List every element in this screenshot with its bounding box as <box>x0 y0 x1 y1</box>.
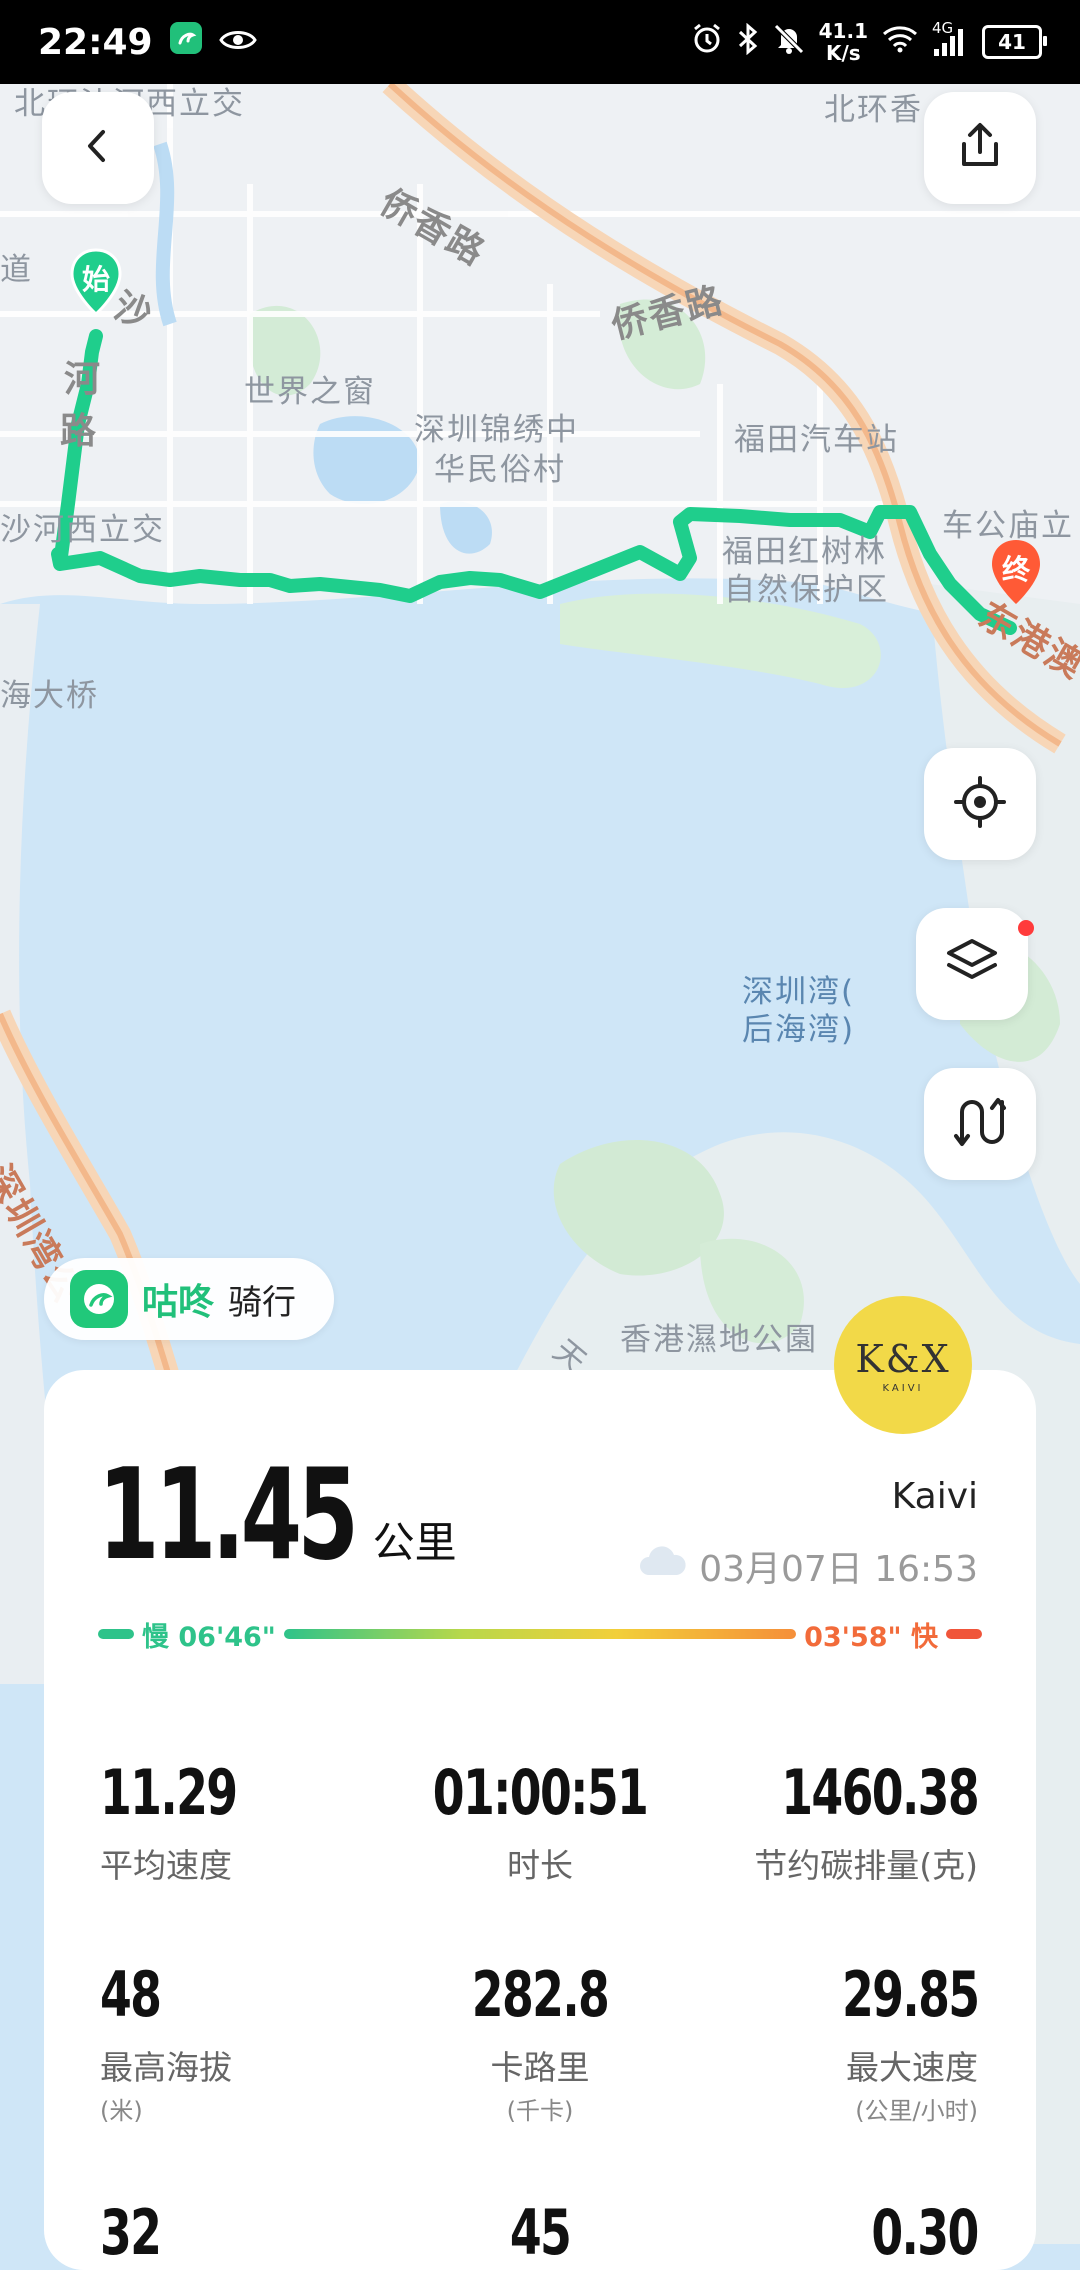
stat-unit: (千卡) <box>506 2097 574 2125</box>
stat-value: 29.85 <box>841 1958 980 2031</box>
stat-label: 最高海拔 <box>100 2048 232 2087</box>
pace-fast-label: 03'58" 快 <box>804 1621 938 1653</box>
avatar-sub: KAIVI <box>882 1382 924 1394</box>
pace-bar: 慢 06'46" 03'58" 快 <box>98 1618 982 1653</box>
stat-unit: (米) <box>100 2097 143 2125</box>
stat-row3-left: 32 <box>100 2196 174 2269</box>
map-label-beihuan: 北环香 <box>824 92 923 128</box>
route-toggle-icon <box>952 1094 1008 1154</box>
pace-slow-label: 慢 06'46" <box>142 1621 276 1653</box>
layers-notification-dot <box>1018 920 1034 936</box>
bluetooth-icon <box>737 22 759 61</box>
stat-row3-right: 0.30 <box>848 2196 980 2269</box>
stat-value: 282.8 <box>471 1958 610 2031</box>
stat-max-altitude: 48 最高海拔 (米) <box>100 1958 232 2126</box>
mute-icon <box>773 23 805 61</box>
stat-max-speed: 29.85 最大速度 (公里/小时) <box>812 1958 980 2126</box>
layers-icon <box>943 933 1001 995</box>
stat-label: 平均速度 <box>100 1846 232 1885</box>
stat-value: 48 <box>100 1958 162 2031</box>
stat-carbon-saved: 1460.38 节约碳排量(克) <box>738 1756 979 1887</box>
map-label-mangrove-2: 自然保护区 <box>724 572 889 608</box>
map-label-futian-bus-station: 福田汽车站 <box>734 422 899 458</box>
locate-icon <box>952 774 1008 834</box>
layers-button[interactable] <box>916 908 1028 1020</box>
distance-display: 11.45 公里 <box>98 1452 457 1578</box>
cloud-icon <box>637 1545 689 1588</box>
app-notification-icon <box>169 21 203 64</box>
share-icon <box>954 120 1006 176</box>
stat-label: 最大速度 <box>846 2048 978 2087</box>
stat-label: 时长 <box>507 1846 573 1885</box>
distance-value: 11.45 <box>98 1441 359 1588</box>
back-arrow-icon <box>78 126 118 170</box>
alarm-icon <box>691 23 723 61</box>
stat-value: 0.30 <box>871 2196 980 2269</box>
distance-unit: 公里 <box>372 1518 457 1567</box>
stat-unit: (公里/小时) <box>855 2097 978 2125</box>
pace-gradient <box>283 1629 797 1639</box>
start-marker-label: 始 <box>81 263 110 296</box>
share-button[interactable] <box>924 92 1036 204</box>
net-speed: 41.1 K/s <box>818 19 868 65</box>
map-label-splendid-china-1: 深圳锦绣中 <box>414 412 579 448</box>
activity-datetime: 03月07日 16:53 <box>637 1540 978 1592</box>
pace-fast: 03'58" 快 <box>804 1615 982 1654</box>
map-label-hk-wetland: 香港濕地公園 <box>620 1322 818 1358</box>
route-toggle-button[interactable] <box>924 1068 1036 1180</box>
back-button[interactable] <box>42 92 154 204</box>
cell-signal-icon: 4G <box>932 19 968 57</box>
status-bar: 22:49 41.1 K/s 4G 41 <box>0 0 1080 84</box>
stat-value: 32 <box>100 2196 162 2269</box>
avatar-initials: K&X <box>855 1336 951 1381</box>
avatar[interactable]: K&X KAIVI <box>834 1296 972 1434</box>
eye-icon <box>218 22 257 63</box>
stat-label: 节约碳排量(克) <box>754 1846 978 1885</box>
datetime-text: 03月07日 16:53 <box>699 1549 978 1590</box>
map-label-lu: 路 <box>60 411 99 452</box>
stat-label: 卡路里 <box>490 2048 590 2087</box>
map-label-splendid-china-2: 华民俗村 <box>434 452 566 488</box>
map-label-bay-bridge: 海大桥 <box>0 678 99 714</box>
brand-badge: 咕咚 骑行 <box>44 1258 334 1340</box>
stat-row3-mid: 45 <box>503 2196 577 2269</box>
map-label-dao: 道 <box>0 252 33 288</box>
pace-slow: 慢 06'46" <box>98 1615 276 1654</box>
stat-duration: 01:00:51 时长 <box>409 1756 671 1887</box>
stat-value: 45 <box>509 2196 572 2269</box>
map-label-window-of-world: 世界之窗 <box>244 374 376 410</box>
stat-avg-speed: 11.29 平均速度 <box>100 1756 266 1887</box>
route-end-marker[interactable]: 终 <box>986 536 1046 616</box>
locate-button[interactable] <box>924 748 1036 860</box>
battery-icon: 41 <box>982 25 1047 59</box>
stat-value: 1460.38 <box>781 1756 979 1829</box>
map-label-he: 河 <box>64 359 103 400</box>
brand-name: 咕咚 <box>142 1282 215 1323</box>
codoon-logo-icon <box>70 1270 128 1328</box>
stat-value: 01:00:51 <box>432 1756 649 1829</box>
map-label-shenzhen-bay-2: 后海湾) <box>742 1012 856 1048</box>
username: Kaivi <box>891 1476 978 1517</box>
stat-calories: 282.8 卡路里 (千卡) <box>457 1958 623 2126</box>
network-type: 4G <box>932 19 954 37</box>
map-label-shahe-west: 沙河西立交 <box>0 512 165 548</box>
activity-type: 骑行 <box>228 1282 297 1323</box>
end-marker-label: 终 <box>1001 553 1030 586</box>
wifi-icon <box>882 25 918 59</box>
stat-value: 11.29 <box>100 1756 238 1829</box>
route-start-marker[interactable]: 始 <box>66 246 126 326</box>
status-time: 22:49 <box>38 21 153 63</box>
